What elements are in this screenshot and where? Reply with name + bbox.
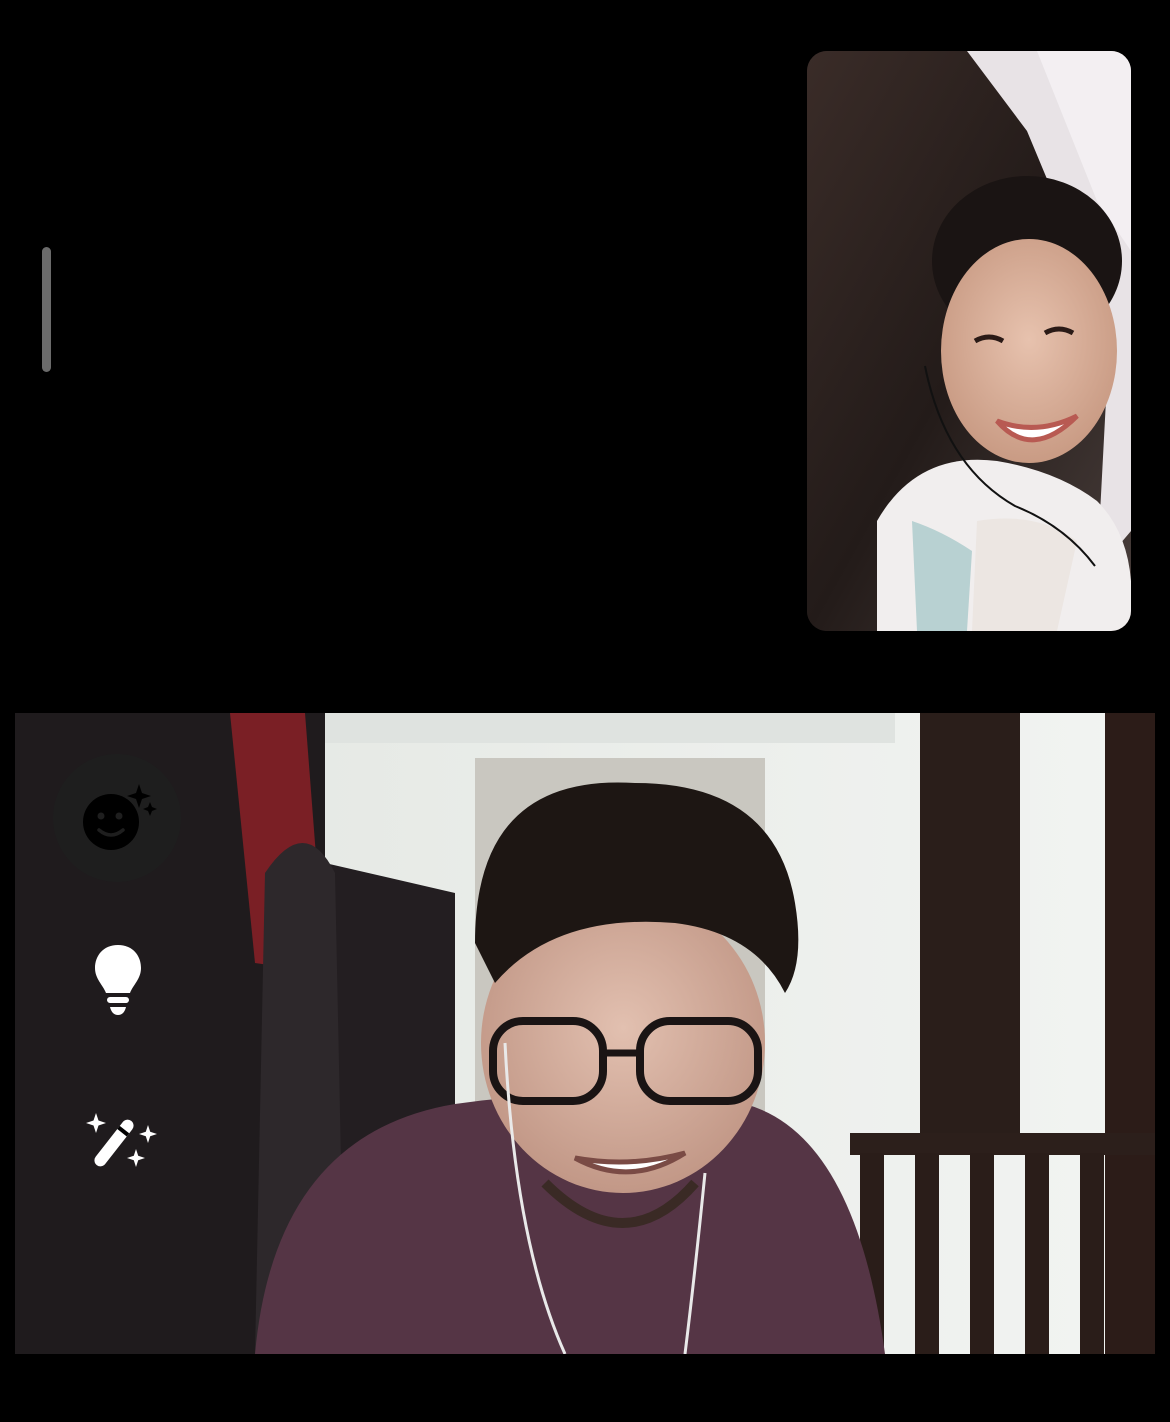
magic-wand-icon [86,1113,157,1167]
video-call-screen [0,0,1170,1422]
self-video-tile[interactable] [15,713,1155,1354]
face-sparkle-icon [83,784,157,850]
magic-effects-button[interactable] [82,1106,162,1178]
low-light-button[interactable] [88,940,148,1020]
remote-video-feed [807,51,1131,631]
face-effects-button[interactable] [53,754,181,882]
remote-video-tile[interactable] [807,51,1131,631]
self-video-feed [15,713,1155,1354]
lightbulb-icon [95,945,141,1015]
scroll-indicator[interactable] [42,247,51,372]
